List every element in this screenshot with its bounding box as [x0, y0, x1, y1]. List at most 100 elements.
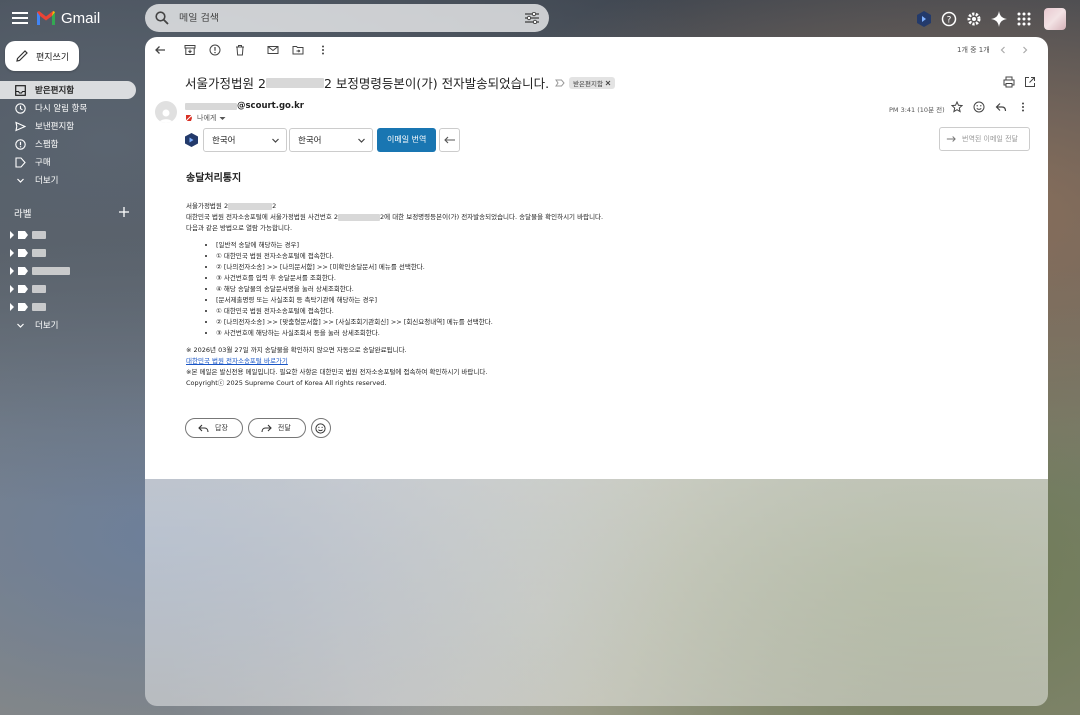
report-spam-icon[interactable]	[209, 44, 221, 56]
gemini-sparkle-icon[interactable]	[989, 9, 1009, 29]
email-body: 송달처리통지 서울가정법원 2 2 대한민국 법원 전자소송포털에 서울가정법원 …	[186, 169, 1026, 389]
label-item[interactable]	[0, 226, 140, 244]
subject-prefix: 서울가정법원 2	[185, 76, 266, 91]
message-toolbar: 1개 중 1개	[145, 37, 1048, 63]
dropdown-arrow-icon[interactable]	[219, 115, 226, 122]
mark-unread-icon[interactable]	[267, 44, 279, 56]
body-line-notice: 대한민국 법원 전자소송포털에 서울가정법원 사건번호 2 2에 대한 보정명령등…	[186, 212, 1026, 223]
translate-email-button[interactable]: 이메일 번역	[377, 127, 437, 152]
gmail-wordmark: Gmail	[61, 9, 101, 27]
caret-right-icon[interactable]	[8, 303, 16, 311]
sidebar-item-label: 보낸편지함	[35, 122, 75, 132]
back-arrow-icon[interactable]	[154, 44, 166, 56]
caret-right-icon[interactable]	[8, 285, 16, 293]
search-bar[interactable]	[145, 4, 549, 32]
source-language-select[interactable]: 한국어	[203, 127, 287, 152]
show-original-button[interactable]	[439, 127, 461, 152]
search-input[interactable]	[179, 12, 509, 24]
recipient-line[interactable]: 나에게	[185, 113, 230, 123]
apps-grid-icon[interactable]	[1014, 9, 1034, 29]
sender-avatar[interactable]	[155, 101, 177, 123]
label-item[interactable]	[0, 280, 140, 298]
redacted-label	[32, 231, 46, 239]
forward-translated-button[interactable]: 번역된 이메일 전달	[939, 127, 1030, 151]
importance-marker-icon[interactable]	[555, 78, 565, 88]
chevron-left-icon[interactable]	[997, 44, 1009, 56]
sidebar-item-more[interactable]: 더보기	[0, 171, 136, 189]
labels-more-toggle[interactable]: 더보기	[0, 316, 140, 334]
open-new-window-icon[interactable]	[1024, 76, 1036, 88]
clock-icon	[15, 102, 26, 114]
sidebar-nav: 받은편지함 다시 알림 항목 보낸편지함 스팸함 구매 더보기	[0, 81, 140, 189]
help-icon[interactable]: ?	[939, 9, 959, 29]
account-avatar[interactable]	[1044, 8, 1066, 30]
reply-button[interactable]: 답장	[185, 418, 243, 438]
search-options-icon[interactable]	[525, 11, 539, 25]
caret-right-icon[interactable]	[8, 249, 16, 257]
chip-label: 받은편지함	[573, 79, 603, 88]
sidebar-item-inbox[interactable]: 받은편지함	[0, 81, 136, 99]
source-language-value: 한국어	[212, 135, 236, 146]
search-icon[interactable]	[155, 11, 169, 25]
translator-extension-icon	[185, 132, 198, 147]
emoji-react-icon[interactable]	[973, 101, 985, 113]
label-item[interactable]	[0, 262, 140, 280]
caret-right-icon[interactable]	[8, 231, 16, 239]
emoji-reaction-button[interactable]	[310, 418, 331, 438]
add-label-plus-icon[interactable]	[118, 206, 130, 218]
no-reply-note: ※본 메일은 발신전용 메일입니다. 필요한 사항은 대한민국 법원 전자소송포…	[186, 368, 488, 376]
compose-button[interactable]: 편지쓰기	[5, 41, 79, 71]
toolbar-group-secondary	[267, 44, 342, 56]
redacted-case-number	[228, 202, 273, 210]
move-to-folder-icon[interactable]	[292, 44, 304, 56]
target-language-select[interactable]: 한국어	[289, 127, 373, 152]
subject-suffix: 2 보정명령등본이(가) 전자발송되었습니다.	[323, 76, 550, 91]
notice-heading: 송달처리통지	[186, 173, 242, 184]
sender-address[interactable]: @scourt.go.kr	[185, 101, 304, 111]
label-item[interactable]	[0, 298, 140, 316]
deadline-note: ※ 2026년 03월 27일 까지 송달물을 확인하지 않으면 자동으로 송달…	[186, 346, 407, 354]
more-vertical-icon[interactable]	[1017, 101, 1029, 113]
redacted-label	[32, 285, 46, 293]
svg-text:?: ?	[947, 16, 952, 26]
settings-gear-icon[interactable]	[964, 9, 984, 29]
forward-label: 전달	[277, 424, 291, 432]
sender-domain: @scourt.go.kr	[237, 101, 304, 111]
archive-icon[interactable]	[184, 44, 196, 56]
sidebar-item-sent[interactable]: 보낸편지함	[0, 117, 136, 135]
list-item: ④ 해당 송달물의 송달문서명을 눌러 상세조회한다.	[216, 284, 1026, 295]
close-icon[interactable]	[605, 80, 611, 86]
trash-icon[interactable]	[234, 44, 246, 56]
extension-icon[interactable]	[914, 9, 934, 29]
message-timestamp: PM 3:41 (10분 전)	[889, 106, 945, 114]
top-right-actions: ?	[909, 8, 1066, 30]
arrow-left-icon	[444, 136, 456, 144]
message-actions	[951, 101, 1039, 113]
chevron-down-icon	[271, 136, 280, 145]
print-icon[interactable]	[1003, 76, 1015, 88]
sidebar-item-snoozed[interactable]: 다시 알림 항목	[0, 99, 136, 117]
court-portal-link[interactable]: 대한민국 법원 전자소송포털 바로가기	[186, 357, 288, 365]
subject-actions	[994, 76, 1036, 88]
inbox-label-chip[interactable]: 받은편지함	[569, 76, 615, 89]
sidebar-item-spam[interactable]: 스팸함	[0, 135, 136, 153]
court-prefix: 서울가정법원 2	[186, 202, 229, 210]
caret-right-icon[interactable]	[8, 267, 16, 275]
sidebar-item-label: 다시 알림 항목	[35, 104, 88, 114]
arrow-right-icon	[946, 135, 956, 143]
reply-icon[interactable]	[995, 101, 1007, 113]
chevron-right-icon[interactable]	[1019, 44, 1031, 56]
more-vertical-icon[interactable]	[317, 44, 329, 56]
label-tag-icon	[18, 303, 28, 311]
label-tag-icon	[18, 231, 28, 239]
menu-icon[interactable]	[10, 8, 30, 28]
redacted-label	[32, 249, 46, 257]
list-item: [일반적 송달에 해당하는 경우]	[216, 240, 1026, 251]
labels-header: 라벨	[14, 206, 134, 220]
chevron-down-icon	[15, 320, 26, 331]
gmail-logo[interactable]: Gmail	[36, 8, 100, 28]
sidebar-item-purchases[interactable]: 구매	[0, 153, 136, 171]
label-item[interactable]	[0, 244, 140, 262]
star-icon[interactable]	[951, 101, 963, 113]
forward-button[interactable]: 전달	[247, 418, 306, 438]
